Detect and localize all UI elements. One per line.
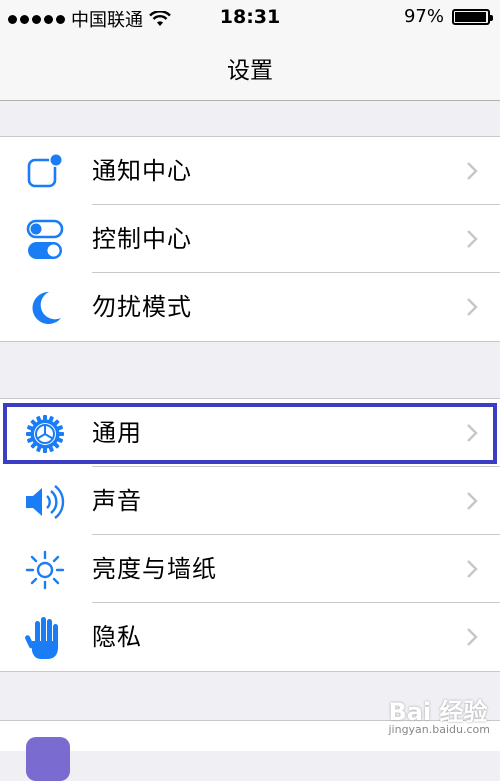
app-icon-partial [26,737,70,781]
settings-row-label: 勿扰模式 [92,293,192,321]
settings-row-sounds[interactable]: 声音 [0,467,500,535]
chevron-right-icon [467,560,478,578]
battery-fill [455,11,486,22]
chevron-right-icon [467,230,478,248]
sun-icon [22,547,68,593]
notification-center-icon [22,149,68,195]
highlight-box [3,403,497,464]
page-title: 设置 [227,58,273,84]
hand-icon [22,615,68,661]
chevron-right-icon [467,628,478,646]
control-center-toggle-icon [22,217,68,263]
moon-icon [22,285,68,331]
baidu-jingyan-watermark: Bai 经验 jingyan.baidu.com [388,692,490,736]
battery-icon [452,8,493,25]
settings-row-notification-center[interactable]: 通知中心 [0,137,500,205]
status-right: 97% [403,6,493,27]
speaker-icon [22,479,68,525]
navigation-bar: 设置 [0,36,500,101]
settings-group-1: 通知中心 控制中心 勿扰模式 [0,136,500,342]
settings-row-label: 亮度与墙纸 [92,555,217,583]
status-bar: 中国联通 18:31 97% [0,0,500,36]
watermark-brand: Bai 经验 [388,698,488,726]
chevron-right-icon [467,162,478,180]
chevron-right-icon [467,298,478,316]
settings-row-label: 声音 [92,487,142,515]
battery-percent: 97% [403,6,444,27]
settings-row-label: 控制中心 [92,225,192,253]
settings-row-privacy[interactable]: 隐私 [0,603,500,671]
settings-row-label: 通知中心 [92,157,192,185]
settings-row-brightness-wallpaper[interactable]: 亮度与墙纸 [0,535,500,603]
settings-row-control-center[interactable]: 控制中心 [0,205,500,273]
settings-row-label: 隐私 [92,623,142,651]
chevron-right-icon [467,492,478,510]
settings-row-do-not-disturb[interactable]: 勿扰模式 [0,273,500,341]
watermark-url: jingyan.baidu.com [388,723,490,736]
